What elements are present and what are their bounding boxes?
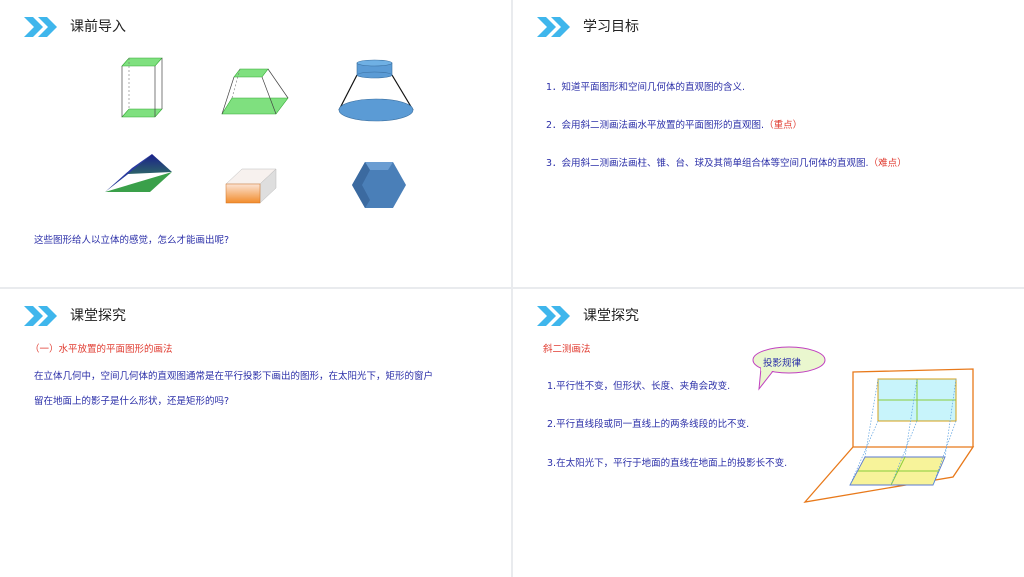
- prism-shape: [121, 57, 163, 118]
- bubble-label: 投影规律: [763, 358, 802, 369]
- paragraph-line-1: 在立体几何中，空间几何体的直观图通常是在平行投影下画出的图形，在太阳光下，矩形的…: [34, 371, 434, 382]
- triangular-prism-shape: [105, 154, 172, 192]
- rule-1: 1.平行性不变，但形状、长度、夹角会改变.: [547, 381, 731, 392]
- slide-title: 课前导入: [70, 19, 126, 35]
- projection-diagram: [803, 368, 975, 503]
- chevron-icon: [537, 306, 570, 326]
- paragraph-line-2: 留在地面上的影子是什么形状，还是矩形的吗?: [34, 396, 230, 407]
- goal-text: 1．知道平面图形和空间几何体的直观图的含义.: [546, 82, 746, 93]
- section-subtitle: 斜二测画法: [543, 344, 591, 355]
- chevron-icon: [24, 306, 57, 326]
- intro-question: 这些图形给人以立体的感觉，怎么才能画出呢?: [34, 235, 230, 246]
- goal-item-2: 2．会用斜二测画法画水平放置的平面图形的直观图.（重点）: [546, 117, 802, 131]
- goal-note: （重点）: [764, 120, 803, 131]
- cylinder-cone-shape: [338, 59, 414, 122]
- slide-explore-2: 课堂探究 斜二测画法 投影规律 1.平行性不变，但形状、长度、夹角会改变. 2.…: [513, 289, 1024, 577]
- goal-text: 3．会用斜二测画法画柱、锥、台、球及其简单组合体等空间几何体的直观图.: [546, 158, 869, 169]
- slide-intro: 课前导入 这些图形给人以立体的感觉，怎么才能画出呢?: [0, 0, 511, 287]
- rule-2: 2.平行直线段或同一直线上的两条线段的比不变.: [547, 419, 750, 430]
- goal-item-1: 1．知道平面图形和空间几何体的直观图的含义.: [546, 79, 745, 93]
- chevron-icon: [537, 17, 570, 37]
- slide-goals: 学习目标 1．知道平面图形和空间几何体的直观图的含义. 2．会用斜二测画法画水平…: [513, 0, 1024, 287]
- rule-3: 3.在太阳光下，平行于地面的直线在地面上的投影长不变.: [547, 458, 788, 469]
- slide-explore-1: 课堂探究 （一）水平放置的平面图形的画法 在立体几何中，空间几何体的直观图通常是…: [0, 289, 511, 577]
- frustum-shape: [221, 68, 289, 115]
- slide-title: 学习目标: [583, 19, 639, 35]
- goal-item-3: 3．会用斜二测画法画柱、锥、台、球及其简单组合体等空间几何体的直观图.（难点）: [546, 155, 907, 169]
- slide-title: 课堂探究: [583, 308, 639, 324]
- cuboid-shape: [225, 168, 277, 204]
- section-subtitle: （一）水平放置的平面图形的画法: [30, 344, 173, 355]
- hexagonal-prism-shape: [352, 162, 406, 208]
- goal-note: （难点）: [868, 158, 907, 169]
- goal-text: 2．会用斜二测画法画水平放置的平面图形的直观图.: [546, 120, 765, 131]
- slide-title: 课堂探究: [70, 308, 126, 324]
- chevron-icon: [24, 17, 57, 37]
